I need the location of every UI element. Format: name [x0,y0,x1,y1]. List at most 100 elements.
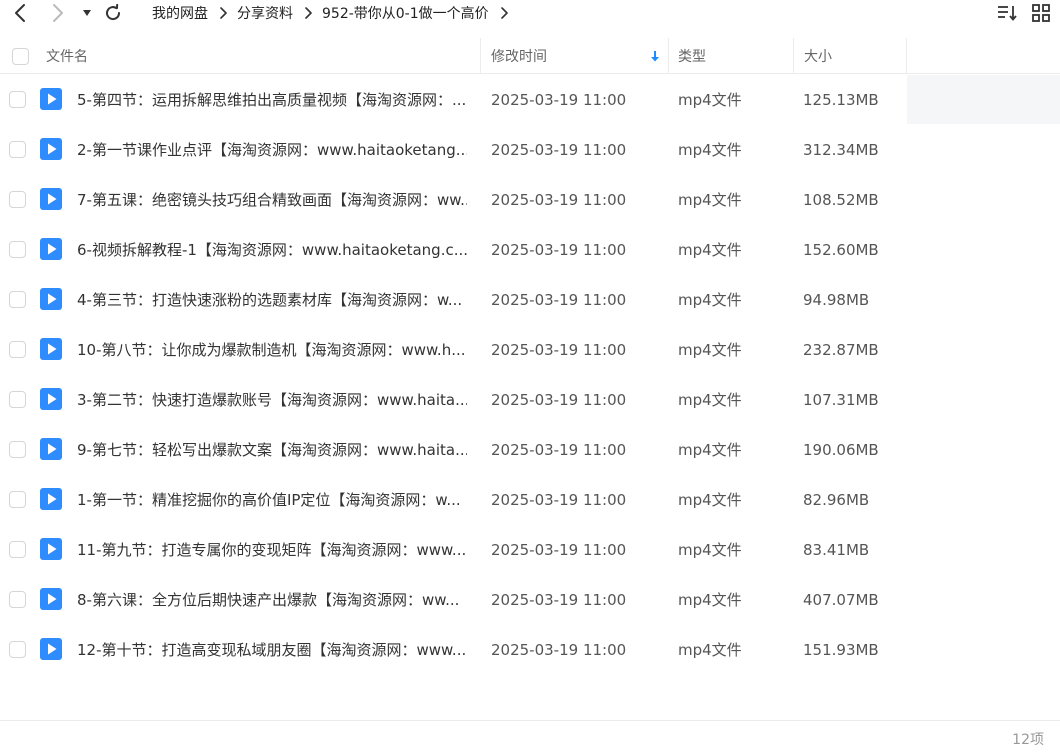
file-name[interactable]: 3-第二节：快速打造爆款账号【海淘资源网：www.haita... [77,375,467,425]
sort-button[interactable] [994,0,1020,26]
file-row[interactable]: 6-视频拆解教程-1【海淘资源网：www.haitaoketang.c... 2… [0,225,1060,275]
view-toolbar [986,0,1060,26]
file-size: 190.06MB [803,441,879,459]
column-divider[interactable] [668,38,669,74]
file-type: mp4文件 [678,491,742,509]
file-size: 108.52MB [803,191,879,209]
row-checkbox[interactable] [9,641,26,658]
sort-list-icon [998,6,1017,21]
file-size: 83.41MB [803,541,870,559]
back-button[interactable] [8,0,32,26]
column-modified-header[interactable]: 修改时间 [491,38,667,74]
file-modified-time: 2025-03-19 11:00 [491,541,627,559]
file-modified-time: 2025-03-19 11:00 [491,291,627,309]
row-checkbox[interactable] [9,491,26,508]
video-file-icon [40,388,62,410]
column-divider[interactable] [906,38,907,74]
chevron-right-icon [500,7,508,19]
breadcrumb-item-shared[interactable]: 分享资料 [237,3,293,23]
video-file-icon [40,588,62,610]
file-name[interactable]: 7-第五课：绝密镜头技巧组合精致画面【海淘资源网：ww... [77,175,467,225]
file-row[interactable]: 2-第一节课作业点评【海淘资源网：www.haitaoketang... 202… [0,125,1060,175]
video-file-icon [40,338,62,360]
column-type-header[interactable]: 类型 [678,38,706,74]
breadcrumb-item-my-drive[interactable]: 我的网盘 [152,3,208,23]
video-file-icon [40,538,62,560]
refresh-icon [106,4,121,21]
video-file-icon [40,438,62,460]
file-name[interactable]: 8-第六课：全方位后期快速产出爆款【海淘资源网：ww... [77,575,467,625]
status-bar: 12项 [0,720,1060,755]
file-name[interactable]: 6-视频拆解教程-1【海淘资源网：www.haitaoketang.c... [77,225,467,275]
breadcrumb: 我的网盘 分享资料 952-带你从0-1做一个高价 [152,0,518,26]
file-modified-time: 2025-03-19 11:00 [491,391,627,409]
file-row[interactable]: 11-第九节：打造专属你的变现矩阵【海淘资源网：www... 2025-03-1… [0,525,1060,575]
row-checkbox[interactable] [9,291,26,308]
row-checkbox[interactable] [9,141,26,158]
row-checkbox[interactable] [9,191,26,208]
file-row[interactable]: 10-第八节：让你成为爆款制造机【海淘资源网：www.h... 2025-03-… [0,325,1060,375]
row-checkbox[interactable] [9,341,26,358]
row-checkbox[interactable] [9,541,26,558]
file-name[interactable]: 11-第九节：打造专属你的变现矩阵【海淘资源网：www... [77,525,467,575]
refresh-button[interactable] [101,0,125,26]
file-modified-time: 2025-03-19 11:00 [491,591,627,609]
file-name[interactable]: 1-第一节：精准挖掘你的高价值IP定位【海淘资源网：w... [77,475,467,525]
file-name[interactable]: 5-第四节：运用拆解思维拍出高质量视频【海淘资源网：... [77,75,467,125]
file-type: mp4文件 [678,591,742,609]
file-size: 312.34MB [803,141,879,159]
file-size: 125.13MB [803,91,879,109]
file-size: 82.96MB [803,491,870,509]
chevron-right-icon [219,7,227,19]
file-name[interactable]: 12-第十节：打造高变现私域朋友圈【海淘资源网：www... [77,625,467,675]
file-row[interactable]: 8-第六课：全方位后期快速产出爆款【海淘资源网：ww... 2025-03-19… [0,575,1060,625]
column-name-header[interactable]: 文件名 [46,38,88,74]
file-row[interactable]: 7-第五课：绝密镜头技巧组合精致画面【海淘资源网：ww... 2025-03-1… [0,175,1060,225]
video-file-icon [40,88,62,110]
row-checkbox[interactable] [9,241,26,258]
history-dropdown-button[interactable] [78,0,96,26]
file-modified-time: 2025-03-19 11:00 [491,241,627,259]
file-modified-time: 2025-03-19 11:00 [491,341,627,359]
file-name[interactable]: 9-第七节：轻松写出爆款文案【海淘资源网：www.haita... [77,425,467,475]
file-type: mp4文件 [678,641,742,659]
file-type: mp4文件 [678,441,742,459]
file-row[interactable]: 1-第一节：精准挖掘你的高价值IP定位【海淘资源网：w... 2025-03-1… [0,475,1060,525]
column-divider[interactable] [480,38,481,74]
file-modified-time: 2025-03-19 11:00 [491,641,627,659]
file-size: 152.60MB [803,241,879,259]
column-header: 文件名 修改时间 类型 大小 [0,38,1060,74]
forward-button[interactable] [46,0,70,26]
chevron-right-icon [304,7,312,19]
file-modified-time: 2025-03-19 11:00 [491,91,627,109]
view-mode-button[interactable] [1028,0,1054,26]
grid-view-icon [1032,4,1050,22]
row-checkbox[interactable] [9,591,26,608]
row-checkbox[interactable] [9,91,26,108]
file-row[interactable]: 4-第三节：打造快速涨粉的选题素材库【海淘资源网：w... 2025-03-19… [0,275,1060,325]
file-name[interactable]: 2-第一节课作业点评【海淘资源网：www.haitaoketang... [77,125,467,175]
breadcrumb-item-current-folder[interactable]: 952-带你从0-1做一个高价 [322,3,489,23]
file-name[interactable]: 10-第八节：让你成为爆款制造机【海淘资源网：www.h... [77,325,467,375]
file-name[interactable]: 4-第三节：打造快速涨粉的选题素材库【海淘资源网：w... [77,275,467,325]
row-checkbox[interactable] [9,441,26,458]
file-size: 232.87MB [803,341,879,359]
file-modified-time: 2025-03-19 11:00 [491,191,627,209]
file-modified-time: 2025-03-19 11:00 [491,491,627,509]
video-file-icon [40,238,62,260]
file-type: mp4文件 [678,341,742,359]
row-checkbox[interactable] [9,391,26,408]
column-divider[interactable] [793,38,794,74]
chevron-left-icon [15,4,25,22]
select-all-checkbox[interactable] [12,47,29,65]
file-type: mp4文件 [678,191,742,209]
column-size-header[interactable]: 大小 [804,38,832,74]
video-file-icon [40,488,62,510]
sort-descending-icon [650,38,660,74]
video-file-icon [40,288,62,310]
file-row[interactable]: 9-第七节：轻松写出爆款文案【海淘资源网：www.haita... 2025-0… [0,425,1060,475]
file-row[interactable]: 12-第十节：打造高变现私域朋友圈【海淘资源网：www... 2025-03-1… [0,625,1060,675]
file-row[interactable]: 3-第二节：快速打造爆款账号【海淘资源网：www.haita... 2025-0… [0,375,1060,425]
file-row[interactable]: 5-第四节：运用拆解思维拍出高质量视频【海淘资源网：... 2025-03-19… [0,75,1060,125]
file-type: mp4文件 [678,541,742,559]
